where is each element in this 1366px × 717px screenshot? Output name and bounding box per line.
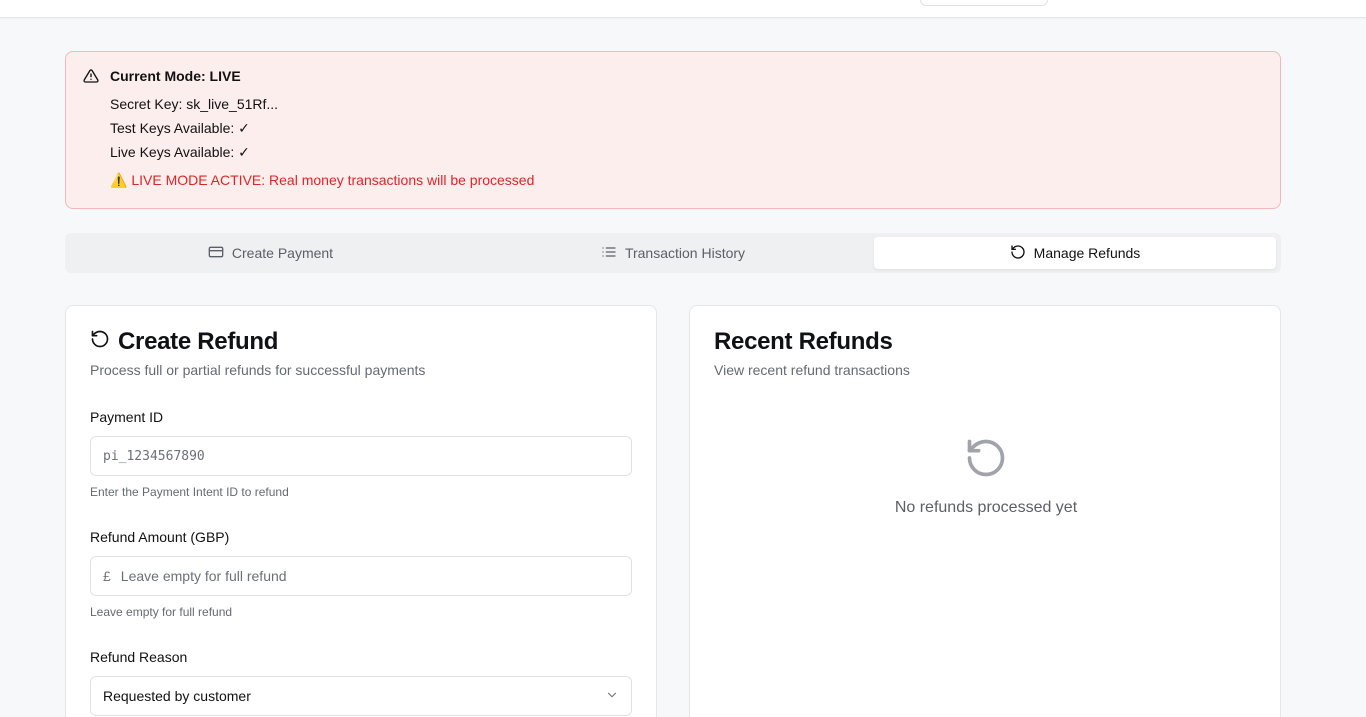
tab-label: Transaction History: [624, 245, 746, 261]
empty-state: No refunds processed yet: [690, 436, 1282, 517]
refund-reason-select[interactable]: Requested by customer: [90, 676, 632, 716]
alert-title: Current Mode: LIVE: [110, 68, 241, 84]
refund-amount-label: Refund Amount (GBP): [90, 529, 230, 545]
payment-id-placeholder: pi_1234567890: [103, 448, 205, 464]
create-refund-title: Create Refund: [90, 328, 278, 356]
tab-label: Create Payment: [231, 245, 334, 261]
refund-amount-input[interactable]: £ Leave empty for full refund: [90, 556, 632, 596]
payment-id-hint: Enter the Payment Intent ID to refund: [90, 485, 289, 499]
refresh-icon: [90, 328, 110, 356]
test-keys-text: Test Keys Available: ✓: [110, 120, 250, 136]
top-header: [0, 0, 1366, 18]
tab-transaction-history[interactable]: Transaction History: [472, 237, 874, 269]
recent-refunds-subtitle: View recent refund transactions: [714, 362, 910, 378]
mode-alert: Current Mode: LIVE Secret Key: sk_live_5…: [65, 51, 1281, 209]
header-button[interactable]: [920, 0, 1048, 6]
payment-id-input[interactable]: pi_1234567890: [90, 436, 632, 476]
refresh-icon: [1010, 244, 1026, 263]
live-mode-warning: ⚠️ LIVE MODE ACTIVE: Real money transact…: [110, 172, 535, 188]
tab-label: Manage Refunds: [1033, 245, 1141, 261]
payment-id-label: Payment ID: [90, 409, 164, 425]
refund-amount-hint: Leave empty for full refund: [90, 605, 233, 619]
empty-message: No refunds processed yet: [894, 499, 1078, 516]
refresh-icon: [964, 439, 1008, 484]
recent-refunds-title: Recent Refunds: [714, 328, 893, 355]
live-keys-text: Live Keys Available: ✓: [110, 144, 250, 160]
chevron-down-icon: [605, 688, 619, 705]
card-title-text: Create Refund: [118, 328, 279, 355]
warning-triangle-icon: [83, 68, 99, 84]
tab-manage-refunds[interactable]: Manage Refunds: [874, 237, 1276, 269]
secret-key-text: Secret Key: sk_live_51Rf...: [110, 96, 279, 112]
list-icon: [601, 244, 617, 263]
card-icon: [208, 244, 224, 263]
currency-prefix: £: [103, 568, 111, 584]
recent-refunds-card: Recent Refunds View recent refund transa…: [689, 305, 1281, 717]
refund-reason-value: Requested by customer: [103, 688, 251, 704]
refund-reason-label: Refund Reason: [90, 649, 188, 665]
create-refund-subtitle: Process full or partial refunds for succ…: [90, 362, 426, 378]
refund-amount-placeholder: Leave empty for full refund: [120, 568, 287, 584]
tab-create-payment[interactable]: Create Payment: [69, 237, 472, 269]
create-refund-card: Create Refund Process full or partial re…: [65, 305, 657, 717]
tab-bar: Create Payment Transaction History Manag…: [65, 233, 1281, 273]
